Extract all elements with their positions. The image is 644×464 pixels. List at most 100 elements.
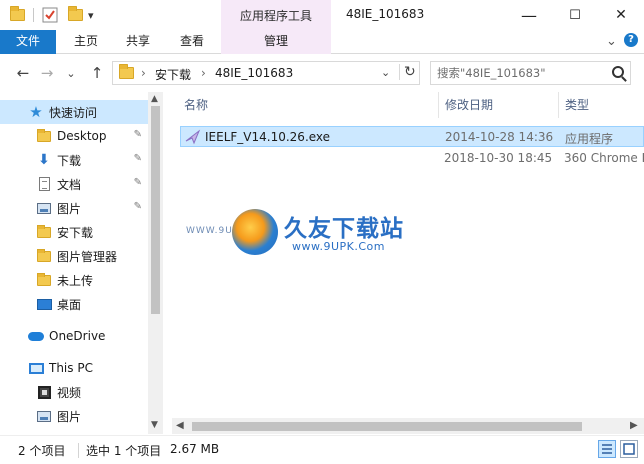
sort-ascending-icon: ^ (302, 92, 310, 96)
sidebar-item-label: OneDrive (49, 329, 106, 343)
tab-view[interactable]: 查看 (170, 30, 214, 54)
title-bar: ▾ 应用程序工具 48IE_101683 — ☐ ✕ (0, 0, 644, 30)
computer-icon (28, 360, 44, 376)
sidebar-item-desktop[interactable]: Desktop ✎ (0, 124, 148, 148)
horizontal-scroll-thumb[interactable] (192, 422, 582, 431)
address-dropdown-icon[interactable]: ⌄ (381, 66, 390, 79)
sidebar-item-pc-pictures[interactable]: 图片 (0, 404, 148, 428)
breadcrumb-separator-icon: › (141, 66, 146, 80)
desktop-icon (36, 296, 52, 312)
sidebar-item-label: 安下载 (57, 225, 94, 240)
breadcrumb-separator-icon: › (201, 66, 206, 80)
video-icon (36, 384, 52, 400)
tab-file[interactable]: 文件 (0, 30, 56, 54)
sidebar-item-documents[interactable]: 文档 ✎ (0, 172, 148, 196)
sidebar-item-pictures[interactable]: 图片 ✎ (0, 196, 148, 220)
navigation-bar: ← → ⌄ ↑ › 安下载 › 48IE_101683 ⌄ ↻ (0, 55, 644, 91)
watermark: WWW.9UPK.COM 久友下载站 www.9UPK.Com (186, 209, 462, 259)
sidebar-item-label: 桌面 (57, 297, 82, 312)
refresh-icon[interactable]: ↻ (399, 64, 416, 80)
ribbon-tabs: 文件 主页 共享 查看 管理 ⌄ ? (0, 30, 644, 54)
sidebar-item-label: Desktop (57, 129, 107, 143)
sidebar-scroll-thumb[interactable] (151, 106, 160, 314)
sidebar-item-image-manager[interactable]: 图片管理器 (0, 244, 148, 268)
scroll-down-icon[interactable]: ▼ (151, 420, 158, 430)
search-input[interactable] (437, 63, 607, 83)
status-bar: 2 个项目 选中 1 个项目 2.67 MB (0, 435, 644, 464)
file-list: ^ 名称 修改日期 类型 IEELF_V14.10.26.exe 2014-10… (172, 92, 644, 434)
watermark-brand: 久友下载站 (284, 216, 404, 242)
search-box[interactable] (430, 61, 631, 85)
properties-quick-button[interactable] (42, 6, 58, 24)
sidebar-item-downloads[interactable]: ⬇ 下载 ✎ (0, 148, 148, 172)
scroll-up-icon[interactable]: ▲ (151, 94, 158, 104)
forward-button[interactable]: → (38, 64, 56, 82)
quick-access-separator (33, 8, 34, 22)
application-tools-header: 应用程序工具 (221, 0, 331, 30)
details-view-icon (602, 444, 612, 454)
large-icons-view-button[interactable] (620, 440, 638, 458)
scroll-left-icon[interactable]: ◀ (176, 420, 184, 431)
sidebar-scrollbar[interactable]: ▲ ▼ (148, 92, 163, 434)
column-divider[interactable] (558, 92, 559, 118)
folder-icon (10, 6, 25, 24)
maximize-button[interactable]: ☐ (552, 0, 598, 30)
navigation-pane: ★ 快速访问 Desktop ✎ ⬇ 下载 ✎ 文档 ✎ 图片 ✎ 安下载 图片… (0, 92, 163, 434)
close-button[interactable]: ✕ (598, 0, 644, 30)
column-divider[interactable] (438, 92, 439, 118)
exe-icon (185, 129, 201, 145)
sidebar-item-label: 图片管理器 (57, 249, 118, 264)
sidebar-item-label: 视频 (57, 385, 82, 400)
new-folder-quick-button[interactable] (68, 6, 83, 24)
large-icons-view-icon (623, 443, 635, 455)
file-type: 360 Chrome H (564, 151, 644, 165)
sidebar-item-not-uploaded[interactable]: 未上传 (0, 268, 148, 292)
file-row[interactable]: IEELF_V14.10.26.exe 2014-10-28 14:36 应用程… (180, 126, 644, 147)
customize-quick-access-button[interactable]: ▾ (88, 6, 94, 24)
file-date: 2018-10-30 18:45 (444, 151, 553, 165)
column-header-name[interactable]: 名称 (184, 92, 208, 118)
item-count: 2 个项目 (18, 444, 66, 458)
pin-icon: ✎ (133, 129, 142, 140)
picture-icon (36, 200, 52, 216)
scroll-right-icon[interactable]: ▶ (630, 420, 638, 431)
sidebar-item-videos[interactable]: 视频 (0, 380, 148, 404)
picture-icon (36, 408, 52, 424)
tab-manage[interactable]: 管理 (221, 30, 331, 54)
file-date: 2014-10-28 14:36 (445, 130, 554, 144)
column-header-date[interactable]: 修改日期 (445, 92, 493, 118)
sidebar-item-label: This PC (49, 361, 93, 375)
folder-icon (36, 248, 52, 264)
sidebar-item-label: 快速访问 (49, 105, 98, 120)
sidebar-item-desktop-cn[interactable]: 桌面 (0, 292, 148, 316)
tab-home[interactable]: 主页 (64, 30, 108, 54)
address-bar[interactable]: › 安下载 › 48IE_101683 ⌄ ↻ (112, 61, 420, 85)
back-button[interactable]: ← (14, 64, 32, 82)
minimize-button[interactable]: — (506, 0, 552, 30)
sidebar-item-onedrive[interactable]: OneDrive (0, 324, 148, 348)
download-icon: ⬇ (38, 152, 50, 168)
horizontal-scrollbar[interactable]: ◀ ▶ (172, 418, 644, 434)
breadcrumb-item[interactable]: 安下载 (155, 66, 191, 83)
selection-count: 选中 1 个项目 (86, 444, 162, 458)
selection-size: 2.67 MB (170, 442, 220, 456)
tab-share[interactable]: 共享 (116, 30, 160, 54)
properties-icon (42, 7, 58, 23)
file-row[interactable]: 2018-10-30 18:45 360 Chrome H (180, 148, 644, 169)
file-name: IEELF_V14.10.26.exe (205, 130, 331, 144)
sidebar-item-this-pc[interactable]: This PC (0, 356, 148, 380)
pin-icon: ✎ (133, 201, 142, 212)
column-header-type[interactable]: 类型 (565, 92, 589, 118)
breadcrumb-item[interactable]: 48IE_101683 (215, 66, 293, 80)
help-icon[interactable]: ? (624, 33, 638, 47)
up-button[interactable]: ↑ (88, 64, 106, 82)
sidebar-item-quick-access[interactable]: ★ 快速访问 (0, 100, 148, 124)
expand-ribbon-icon[interactable]: ⌄ (606, 34, 617, 49)
recent-locations-button[interactable]: ⌄ (62, 64, 80, 82)
details-view-button[interactable] (598, 440, 616, 458)
document-icon (36, 176, 52, 192)
watermark-url: www.9UPK.Com (292, 240, 385, 253)
window-title: 48IE_101683 (346, 7, 425, 21)
sidebar-item-anxiazai[interactable]: 安下载 (0, 220, 148, 244)
pin-icon: ✎ (133, 153, 142, 164)
